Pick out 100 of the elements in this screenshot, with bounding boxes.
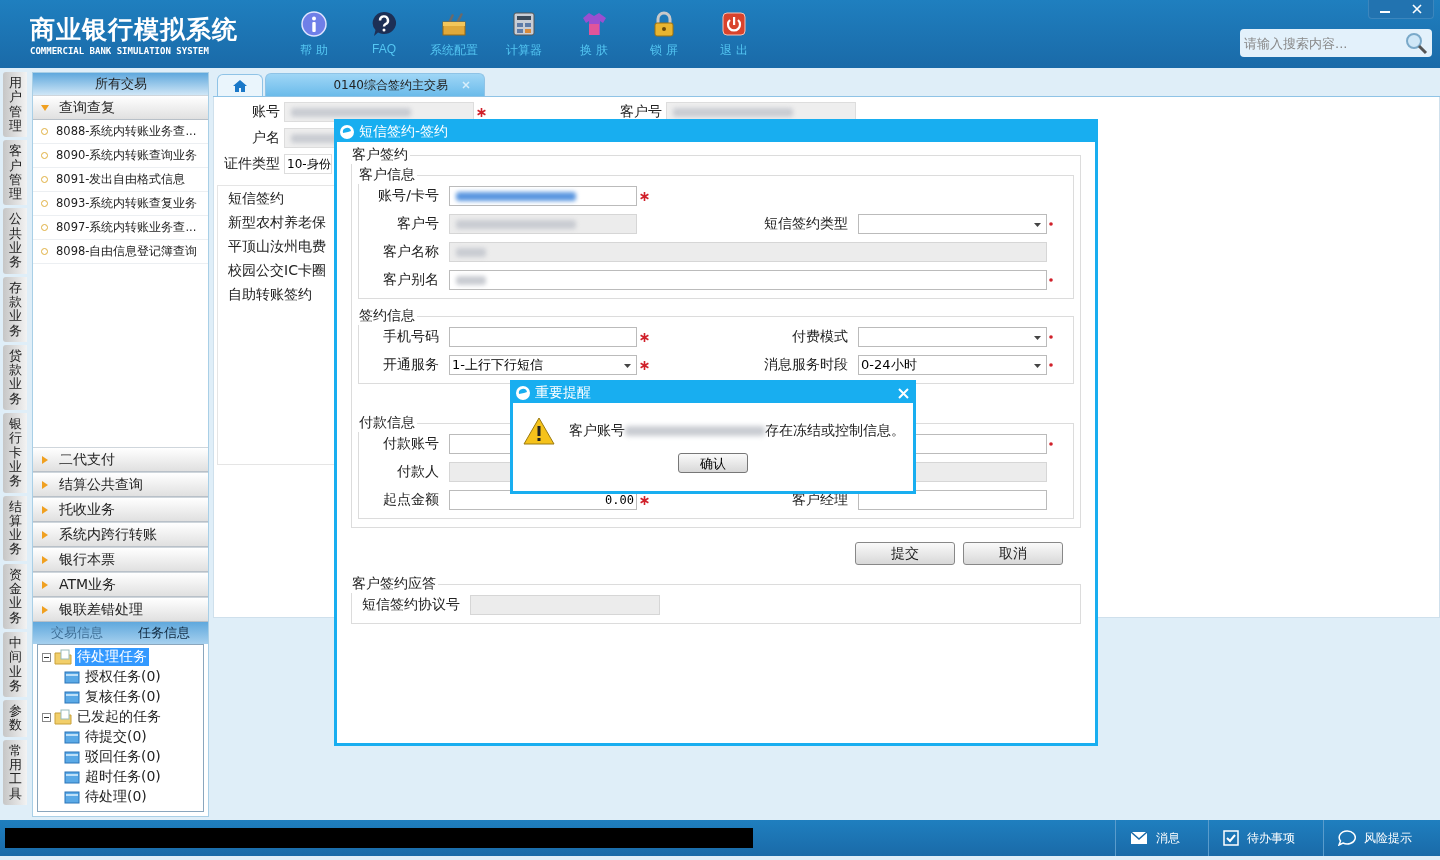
- close-button[interactable]: [898, 387, 909, 399]
- tree-item[interactable]: 待处理(0): [83, 788, 149, 806]
- field-label: 手机号码: [382, 328, 440, 346]
- field-label: 客户名称: [382, 243, 440, 261]
- field-label: 客户别名: [382, 271, 440, 289]
- transaction-item[interactable]: 8097-系统内转账业务查...: [33, 216, 208, 240]
- help-bubble-icon: [370, 9, 398, 38]
- input-field[interactable]: 10-身份: [284, 154, 332, 174]
- caret-icon: [1034, 364, 1041, 368]
- transaction-item[interactable]: 8098-自由信息登记簿查询: [33, 240, 208, 264]
- field-label: 付款人: [396, 463, 440, 481]
- caret-icon: [1034, 336, 1041, 340]
- dropdown-field[interactable]: [858, 327, 1047, 347]
- page-tab[interactable]: 0140综合签约主交易: [265, 73, 485, 96]
- alert-message: 客户账号 存在冻结或控制信息。: [569, 422, 905, 440]
- panel-tab[interactable]: 任务信息: [120, 622, 208, 644]
- field-label: 账号: [251, 103, 281, 121]
- tree-item[interactable]: 复核任务(0): [83, 688, 163, 706]
- input-field[interactable]: [284, 102, 474, 122]
- transaction-item[interactable]: 8090-系统内转账查询业务: [33, 144, 208, 168]
- folder-icon: [64, 770, 80, 784]
- checkbox-icon: [1223, 830, 1239, 846]
- dropdown-field[interactable]: [858, 214, 1047, 234]
- collapse-icon[interactable]: [42, 712, 51, 722]
- side-tab[interactable]: 参数: [3, 700, 27, 737]
- folder-icon: [64, 790, 80, 804]
- search-field[interactable]: 请输入搜索内容...: [1240, 29, 1432, 57]
- home-icon: [232, 78, 248, 93]
- field-label: 账号/卡号: [377, 187, 440, 205]
- input-field[interactable]: [858, 490, 1047, 510]
- side-tab[interactable]: 银行卡业务: [3, 413, 27, 493]
- tree-item[interactable]: 已发起的任务: [75, 708, 163, 726]
- transaction-item[interactable]: 8088-系统内转账业务查...: [33, 120, 208, 144]
- calculator-icon: [510, 9, 538, 38]
- app-title: 商业银行模拟系统: [30, 13, 239, 46]
- dialog-button[interactable]: 取消: [963, 542, 1063, 565]
- dropdown-field[interactable]: 1-上行下行短信: [449, 355, 637, 375]
- accordion-header[interactable]: 托收业务: [33, 497, 208, 522]
- side-tab[interactable]: 中间业务: [3, 631, 27, 698]
- tree-item[interactable]: 授权任务(0): [83, 668, 163, 686]
- tree-item[interactable]: 待提交(0): [83, 728, 149, 746]
- confirm-button[interactable]: 确认: [678, 453, 748, 473]
- side-tab[interactable]: 结算业务: [3, 495, 27, 561]
- field-label: 客户号: [619, 103, 663, 121]
- side-tab[interactable]: 客户管理: [3, 140, 27, 206]
- transaction-item[interactable]: 8093-系统内转账查复业务: [33, 192, 208, 216]
- status-button[interactable]: 风险提示: [1323, 820, 1440, 856]
- input-field[interactable]: [449, 270, 1047, 290]
- side-tab[interactable]: 用户管理: [3, 72, 27, 138]
- warning-icon: [523, 417, 555, 445]
- status-button[interactable]: 消息: [1115, 820, 1208, 856]
- envelope-icon: [1130, 831, 1148, 845]
- accordion-header[interactable]: ATM业务: [33, 572, 208, 597]
- field-label: 付费模式: [791, 328, 849, 346]
- app-logo-icon: [339, 124, 355, 140]
- folder-icon: [64, 690, 80, 704]
- field-label: 短信签约协议号: [361, 596, 461, 614]
- field-label: 证件类型: [223, 155, 281, 173]
- field-label: 消息服务时段: [763, 356, 849, 374]
- dialog-button[interactable]: 提交: [855, 542, 955, 565]
- folder-icon: [54, 709, 72, 725]
- tree-item[interactable]: 超时任务(0): [83, 768, 163, 786]
- field-label: 开通服务: [382, 356, 440, 374]
- side-tab[interactable]: 存款业务: [3, 276, 27, 342]
- accordion-header[interactable]: 系统内跨行转账: [33, 522, 208, 547]
- input-field[interactable]: [449, 186, 637, 206]
- section-legend: 客户签约: [350, 146, 410, 164]
- accordion-header[interactable]: 查询查复: [33, 95, 208, 120]
- section-legend: 客户签约应答: [350, 575, 438, 593]
- speech-bubble-icon: [1338, 830, 1356, 846]
- home-tab[interactable]: [217, 74, 263, 96]
- dialog-titlebar: 短信签约-签约: [337, 122, 1095, 142]
- accordion-header[interactable]: 二代支付: [33, 447, 208, 472]
- caret-icon: [1034, 223, 1041, 227]
- tree-item[interactable]: 驳回任务(0): [83, 748, 163, 766]
- side-tab[interactable]: 公共业务: [3, 208, 27, 274]
- accordion-header[interactable]: 银行本票: [33, 547, 208, 572]
- transaction-item[interactable]: 8091-发出自由格式信息: [33, 168, 208, 192]
- info-icon: [300, 9, 328, 38]
- close-icon: [898, 387, 909, 399]
- section-legend: 签约信息: [357, 307, 417, 325]
- field-label: 短信签约类型: [763, 215, 849, 233]
- side-tab[interactable]: 贷款业务: [3, 344, 27, 410]
- field-label: 户名: [251, 129, 281, 147]
- collapse-icon[interactable]: [42, 652, 51, 662]
- field-label: 起点金额: [382, 491, 440, 509]
- folder-icon: [64, 670, 80, 684]
- folder-icon: [64, 750, 80, 764]
- side-tab[interactable]: 资金业务: [3, 563, 27, 629]
- field-label: 客户号: [396, 215, 440, 233]
- app-subtitle: COMMERCIAL BANK SIMULATION SYSTEM: [30, 45, 210, 56]
- accordion-header[interactable]: 银联差错处理: [33, 597, 208, 622]
- input-field[interactable]: [449, 327, 637, 347]
- accordion-header[interactable]: 结算公共查询: [33, 472, 208, 497]
- status-button[interactable]: 待办事项: [1208, 820, 1323, 856]
- dropdown-field[interactable]: 0-24小时: [858, 355, 1047, 375]
- sidebar-title: 所有交易: [33, 73, 208, 95]
- input-field[interactable]: [666, 102, 856, 122]
- side-tab[interactable]: 常用工具: [3, 739, 27, 805]
- folder-icon: [54, 649, 72, 665]
